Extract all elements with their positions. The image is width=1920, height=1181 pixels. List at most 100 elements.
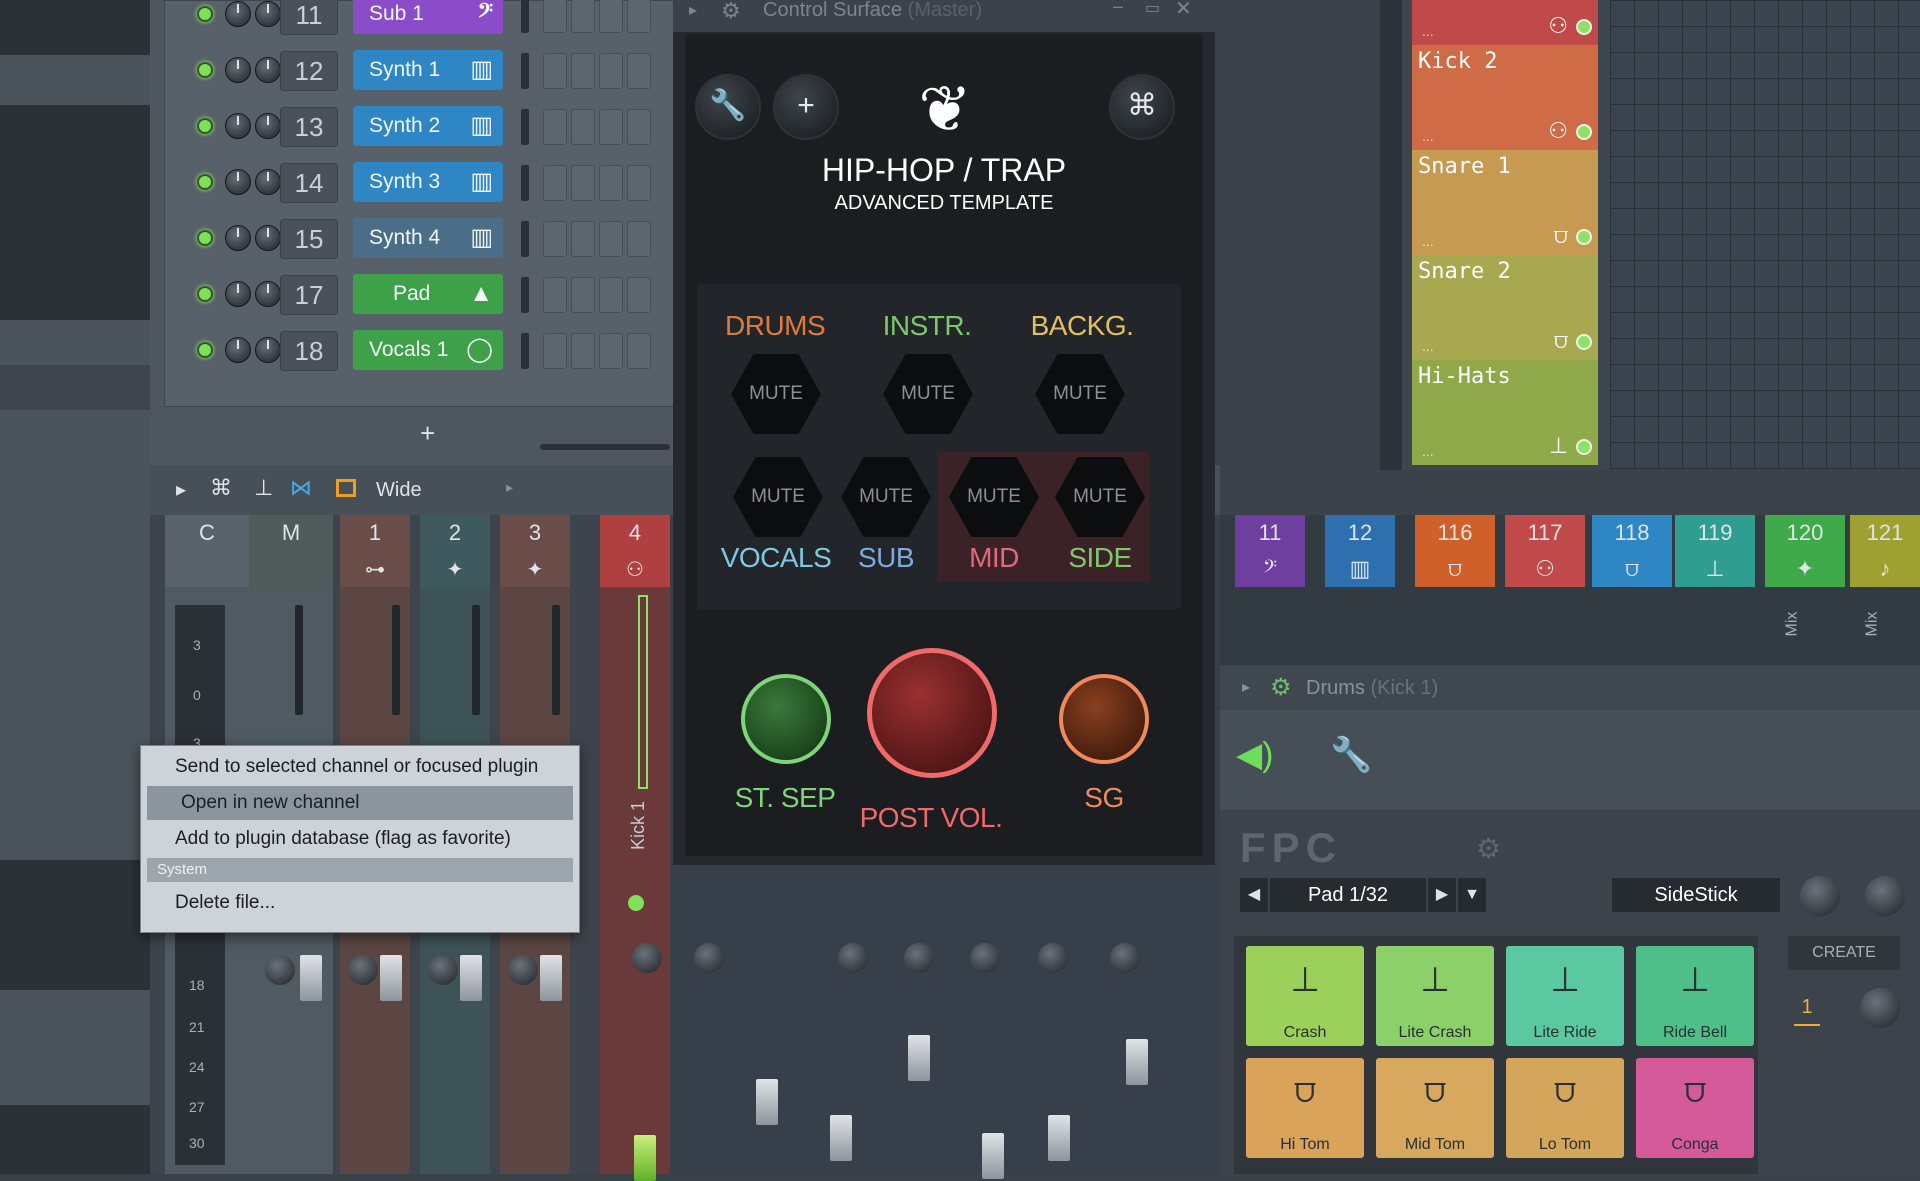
track-led[interactable] [1576, 334, 1592, 350]
channel-led[interactable] [197, 6, 213, 22]
pan-knob[interactable] [265, 955, 295, 985]
volume-knob[interactable] [225, 225, 251, 251]
bird-icon[interactable]: ⌘ [210, 475, 232, 501]
add-channel-button[interactable]: + [420, 418, 435, 449]
pan-knob[interactable] [255, 57, 281, 83]
channel-led[interactable] [197, 286, 213, 302]
channel-number[interactable]: 13 [280, 107, 338, 147]
channel-row[interactable]: 11 Sub 1 𝄢 [185, 0, 685, 37]
pan-knob[interactable] [1038, 943, 1068, 973]
pan-knob[interactable] [970, 943, 1000, 973]
track-menu-icon[interactable]: ... [1422, 338, 1434, 354]
browser-row[interactable] [0, 860, 150, 990]
channel-number[interactable]: 17 [280, 275, 338, 315]
volume-fader[interactable] [756, 1079, 778, 1125]
track-header[interactable]: Snare 2 ... ⩌ [1412, 255, 1598, 360]
play-arrow-icon[interactable]: ▸ [689, 0, 697, 20]
strip-led[interactable] [628, 895, 644, 911]
play-arrow-icon[interactable]: ▸ [176, 477, 186, 502]
track-menu-icon[interactable]: ... [1422, 233, 1434, 249]
mixer-strip-kick[interactable]: 4 ⚇ Kick 1 [600, 515, 670, 1181]
mute-backg-button[interactable]: MUTE [1035, 354, 1125, 434]
channel-row[interactable]: 18 Vocals 1 ◯ [185, 327, 685, 373]
channel-number[interactable]: 14 [280, 163, 338, 203]
menu-item-delete-file[interactable]: Delete file... [141, 886, 579, 920]
pan-knob[interactable] [1110, 943, 1140, 973]
bowtie-icon[interactable]: ⋈ [290, 475, 312, 501]
track-header[interactable]: Snare 1 ... ⩌ [1412, 150, 1598, 255]
strip-label[interactable]: 119 ⊥ [1675, 515, 1755, 587]
maximize-icon[interactable]: ▭ [1145, 0, 1160, 18]
track-menu-icon[interactable]: ... [1422, 128, 1434, 144]
browser-row[interactable] [0, 1105, 150, 1174]
mute-drums-button[interactable]: MUTE [731, 354, 821, 434]
channel-button[interactable]: Synth 1 ▥ [353, 50, 503, 90]
volume-fader[interactable] [380, 955, 402, 1001]
volume-fader[interactable] [982, 1133, 1004, 1179]
track-header[interactable]: Hi-Hats ... ⊥ [1412, 360, 1598, 465]
track-header[interactable]: Kick 2 ... ⚇ [1412, 45, 1598, 150]
gear-icon[interactable]: ⚙ [1476, 832, 1501, 865]
plugin-menu-button[interactable]: ⌘ [1109, 74, 1175, 140]
channel-number[interactable]: 18 [280, 331, 338, 371]
speaker-icon[interactable]: ◀) [1236, 735, 1296, 795]
channel-led[interactable] [197, 342, 213, 358]
volume-fader[interactable] [634, 1135, 656, 1181]
pan-knob[interactable] [255, 281, 281, 307]
drum-pad[interactable]: ⊥ Lite Ride [1506, 946, 1624, 1046]
channel-button[interactable]: Vocals 1 ◯ [353, 330, 503, 370]
mute-instr-button[interactable]: MUTE [883, 354, 973, 434]
pan-knob[interactable] [694, 943, 724, 973]
channel-selector[interactable] [521, 0, 529, 33]
browser-row[interactable] [0, 0, 150, 55]
window-titlebar[interactable]: ▸ ⚙ Drums (Kick 1) [1220, 665, 1920, 710]
mixer-view-mode[interactable]: Wide [376, 479, 422, 502]
pad-next-button[interactable]: ▶ [1428, 878, 1456, 912]
menu-item-send-to-channel[interactable]: Send to selected channel or focused plug… [141, 750, 579, 784]
layout-icon[interactable] [336, 479, 356, 497]
channel-led[interactable] [197, 118, 213, 134]
strip-label[interactable]: 117 ⚇ [1505, 515, 1585, 587]
channel-button[interactable]: Synth 4 ▥ [353, 218, 503, 258]
drum-pad[interactable]: ⊥ Lite Crash [1376, 946, 1494, 1046]
strip-label[interactable]: 120 ✦ [1765, 515, 1845, 587]
drum-pad[interactable]: ⩌ Conga [1636, 1058, 1754, 1158]
volume-knob[interactable] [225, 281, 251, 307]
channel-number[interactable]: 15 [280, 219, 338, 259]
step-sequencer[interactable] [543, 0, 655, 38]
volume-fader[interactable] [908, 1035, 930, 1081]
create-button[interactable]: CREATE [1788, 936, 1900, 970]
step-sequencer[interactable] [543, 277, 655, 318]
volume-knob[interactable] [225, 1, 251, 27]
volume-fader[interactable] [1048, 1115, 1070, 1161]
volume-knob[interactable] [225, 337, 251, 363]
post-volume-knob[interactable] [867, 648, 997, 778]
pan-knob[interactable] [904, 943, 934, 973]
volume-knob[interactable] [225, 113, 251, 139]
step-sequencer[interactable] [543, 165, 655, 206]
channel-selector[interactable] [521, 109, 529, 145]
pad-prev-button[interactable]: ◀ [1240, 878, 1268, 912]
channel-button[interactable]: Sub 1 𝄢 [353, 0, 503, 34]
step-sequencer[interactable] [543, 53, 655, 94]
channel-selector[interactable] [521, 221, 529, 257]
track-menu-icon[interactable]: ... [1422, 23, 1434, 39]
pan-knob[interactable] [632, 943, 662, 973]
close-icon[interactable]: ✕ [1175, 0, 1192, 21]
volume-fader[interactable] [540, 955, 562, 1001]
pan-knob[interactable] [428, 955, 458, 985]
pan-knob[interactable] [255, 225, 281, 251]
layer-knob[interactable] [1860, 988, 1900, 1028]
volume-fader[interactable] [830, 1115, 852, 1161]
volume-fader[interactable] [1126, 1039, 1148, 1085]
track-header[interactable]: ... ⚇ [1412, 0, 1598, 45]
playlist-grid[interactable] [1610, 0, 1920, 470]
channel-number[interactable]: 12 [280, 51, 338, 91]
channel-selector[interactable] [521, 333, 529, 369]
play-arrow-icon[interactable]: ▸ [1242, 677, 1250, 697]
volume-fader[interactable] [460, 955, 482, 1001]
strip-label[interactable]: 11 𝄢 [1235, 515, 1305, 587]
menu-item-open-new-channel[interactable]: Open in new channel [147, 786, 573, 820]
mute-vocals-button[interactable]: MUTE [733, 457, 823, 537]
volume-knob[interactable] [1800, 876, 1840, 916]
